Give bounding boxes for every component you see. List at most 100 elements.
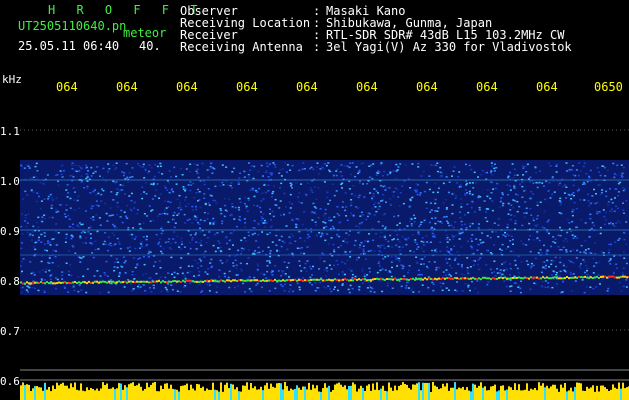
noise-speck xyxy=(456,251,459,253)
amplitude-sample xyxy=(98,390,100,400)
signal-trace xyxy=(60,281,62,284)
noise-speck xyxy=(73,209,76,211)
noise-speck xyxy=(83,231,86,234)
noise-speck xyxy=(509,290,512,292)
noise-speck xyxy=(61,278,64,280)
noise-speck xyxy=(471,280,473,283)
noise-speck xyxy=(211,172,214,174)
noise-speck xyxy=(180,257,183,259)
noise-speck xyxy=(513,174,516,176)
noise-speck xyxy=(34,176,37,178)
noise-speck xyxy=(123,286,126,288)
noise-speck xyxy=(154,195,157,197)
amplitude-sample xyxy=(22,382,24,400)
noise-speck xyxy=(200,260,202,262)
noise-speck xyxy=(143,284,146,286)
amplitude-sample xyxy=(554,384,556,400)
noise-speck xyxy=(566,240,569,243)
noise-speck xyxy=(147,252,150,254)
noise-speck xyxy=(214,250,217,253)
noise-speck xyxy=(161,252,164,255)
noise-speck xyxy=(37,226,40,228)
noise-speck xyxy=(90,207,93,210)
noise-speck xyxy=(326,191,329,193)
noise-speck xyxy=(218,249,220,252)
noise-speck xyxy=(271,192,274,195)
signal-trace xyxy=(38,282,40,284)
amplitude-sample xyxy=(36,386,38,400)
noise-speck xyxy=(261,217,264,220)
noise-speck xyxy=(23,258,26,261)
noise-speck xyxy=(103,272,106,274)
noise-speck xyxy=(159,238,162,240)
noise-speck xyxy=(340,244,343,247)
noise-speck xyxy=(297,196,300,198)
noise-speck xyxy=(130,199,133,202)
noise-speck xyxy=(311,274,314,276)
noise-speck xyxy=(576,189,579,192)
signal-trace xyxy=(364,278,366,281)
noise-speck xyxy=(130,192,133,195)
noise-speck xyxy=(291,164,294,167)
noise-speck xyxy=(189,163,192,165)
noise-speck xyxy=(532,219,535,222)
noise-speck xyxy=(463,214,466,216)
noise-speck xyxy=(40,233,43,236)
noise-speck xyxy=(189,170,192,173)
noise-speck xyxy=(520,261,523,263)
noise-speck xyxy=(324,239,327,242)
noise-speck xyxy=(223,272,226,275)
noise-speck xyxy=(548,181,551,184)
amplitude-sample xyxy=(208,389,210,400)
signal-trace xyxy=(566,276,568,278)
noise-speck xyxy=(43,243,46,245)
noise-speck xyxy=(170,176,172,178)
signal-trace xyxy=(136,280,138,283)
signal-trace xyxy=(278,279,280,282)
noise-speck xyxy=(532,182,535,184)
noise-speck xyxy=(24,217,27,219)
noise-speck xyxy=(141,244,144,246)
noise-speck xyxy=(199,231,202,233)
noise-speck xyxy=(145,272,148,275)
amplitude-sample xyxy=(474,384,476,400)
noise-speck xyxy=(40,200,43,202)
noise-speck xyxy=(270,219,272,221)
signal-trace xyxy=(180,281,182,283)
noise-speck xyxy=(195,241,198,243)
signal-trace xyxy=(120,281,122,284)
noise-speck xyxy=(607,287,610,290)
amplitude-sample xyxy=(626,387,628,400)
noise-speck xyxy=(499,272,502,274)
noise-speck xyxy=(625,199,628,202)
noise-speck xyxy=(181,243,183,245)
noise-speck xyxy=(243,226,246,228)
signal-trace xyxy=(184,280,186,283)
noise-speck xyxy=(609,210,612,213)
noise-speck xyxy=(447,222,450,224)
amplitude-sample xyxy=(540,385,542,400)
noise-speck xyxy=(413,251,415,253)
noise-speck xyxy=(394,187,397,189)
signal-trace xyxy=(400,278,402,280)
amplitude-sample xyxy=(586,386,588,400)
noise-speck xyxy=(477,176,479,178)
noise-speck xyxy=(189,282,192,284)
noise-speck xyxy=(280,214,282,216)
noise-speck xyxy=(319,257,322,259)
noise-speck xyxy=(158,278,161,281)
noise-speck xyxy=(243,170,246,173)
amplitude-sample xyxy=(52,385,54,400)
noise-speck xyxy=(447,271,450,274)
noise-speck xyxy=(198,270,201,273)
noise-speck xyxy=(385,201,387,203)
noise-speck xyxy=(327,285,330,287)
noise-speck xyxy=(551,193,554,196)
noise-speck xyxy=(440,285,442,288)
noise-speck xyxy=(329,253,332,255)
noise-speck xyxy=(221,181,224,184)
noise-speck xyxy=(572,184,575,187)
noise-speck xyxy=(80,257,83,259)
noise-speck xyxy=(371,197,373,200)
noise-speck xyxy=(279,200,282,202)
